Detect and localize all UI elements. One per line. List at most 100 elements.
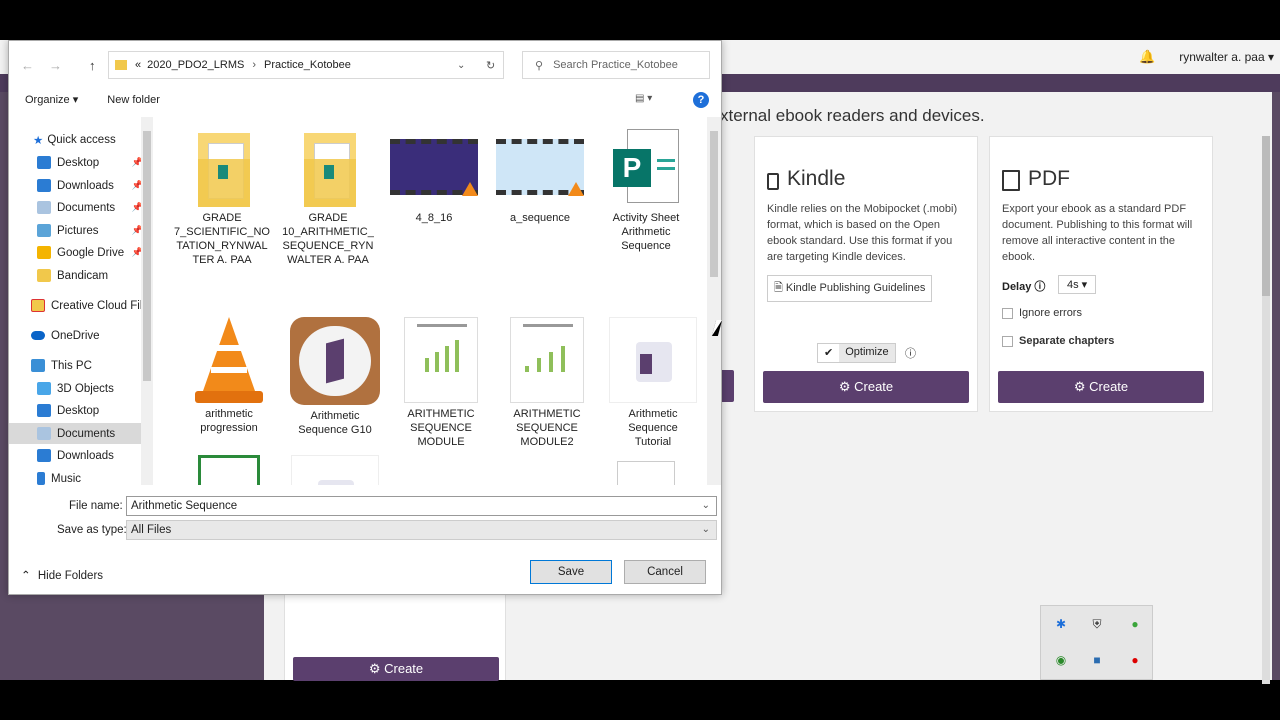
chevron-down-icon[interactable]: ⌄: [702, 524, 710, 535]
save-type-select[interactable]: All Files ⌄: [126, 520, 717, 540]
file-item[interactable]: arithmetic progression: [179, 317, 279, 435]
chevron-down-icon[interactable]: ⌄: [457, 60, 465, 71]
bluetooth-icon[interactable]: ✱: [1053, 616, 1069, 632]
back-arrow-icon[interactable]: ←: [21, 58, 34, 73]
nav-music[interactable]: Music: [9, 468, 147, 489]
kotobee-file-icon: [291, 455, 379, 485]
file-item[interactable]: [490, 455, 590, 485]
file-item[interactable]: ARITHMETIC SEQUENCE MODULE: [391, 317, 491, 449]
document-thumbnail-icon: [510, 317, 584, 403]
file-item[interactable]: [179, 455, 279, 485]
nav-creative-cloud[interactable]: Creative Cloud Fil: [9, 295, 147, 316]
nav-label: 3D Objects: [57, 382, 114, 395]
nav-pictures[interactable]: Pictures 📌: [9, 220, 147, 241]
nav-3d-objects[interactable]: 3D Objects: [9, 378, 147, 399]
kindle-description: Kindle relies on the Mobipocket (.mobi) …: [767, 203, 958, 263]
file-name-field[interactable]: Arithmetic Sequence ⌄: [126, 496, 717, 516]
file-item[interactable]: 4_8_16: [384, 129, 484, 225]
user-menu[interactable]: rynwalter a. paa ▾: [1179, 50, 1274, 64]
kotobee-file-icon: [609, 317, 697, 403]
file-name-line: arithmetic: [205, 408, 253, 420]
nav-this-pc[interactable]: This PC: [9, 355, 147, 376]
computer-icon: [31, 359, 45, 372]
file-item[interactable]: Arithmetic Sequence Tutorial: [603, 317, 703, 449]
nav-google-drive[interactable]: Google Drive 📌: [9, 242, 147, 263]
nav-bandicam[interactable]: Bandicam: [9, 265, 147, 286]
file-item[interactable]: GRADE 7_SCIENTIFIC_NO TATION_RYNWAL TER …: [172, 129, 272, 267]
utorrent-icon[interactable]: ●: [1127, 616, 1143, 632]
nav-onedrive[interactable]: OneDrive: [9, 325, 147, 346]
network-app-icon[interactable]: ◉: [1053, 652, 1069, 668]
nav-downloads-pc[interactable]: Downloads: [9, 445, 147, 466]
nav-label: This PC: [51, 359, 92, 372]
page-scrollbar-thumb[interactable]: [1262, 136, 1270, 296]
file-item[interactable]: Arithmetic Sequence G10: [285, 317, 385, 437]
file-item[interactable]: [384, 455, 484, 485]
up-arrow-icon[interactable]: ↑: [89, 58, 96, 73]
guidelines-label: Kindle Publishing Guidelines: [785, 282, 926, 294]
forward-arrow-icon[interactable]: →: [49, 58, 62, 73]
save-button[interactable]: Save: [530, 560, 612, 584]
path-overflow[interactable]: «: [135, 59, 141, 71]
file-item[interactable]: GRADE 10_ARITHMETIC_ SEQUENCE_RYN WALTER…: [278, 129, 378, 267]
security-shield-icon[interactable]: ⛨: [1089, 616, 1105, 632]
kindle-create-button[interactable]: ⚙ Create: [763, 371, 969, 403]
create-button-partial[interactable]: ⚙ Create: [293, 657, 499, 681]
file-name-line: GRADE: [308, 212, 348, 224]
section-heading: xternal ebook readers and devices.: [720, 106, 985, 125]
file-name-line: Activity Sheet: [612, 212, 680, 224]
breadcrumb-current[interactable]: Practice_Kotobee: [264, 59, 351, 71]
file-item[interactable]: [285, 455, 385, 485]
video-thumbnail-icon: [390, 139, 478, 196]
notification-bell-icon[interactable]: 🔔: [1139, 49, 1155, 65]
nav-downloads[interactable]: Downloads 📌: [9, 175, 147, 196]
refresh-icon[interactable]: ↻: [486, 59, 495, 72]
nav-documents[interactable]: Documents 📌: [9, 197, 147, 218]
nav-quick-access[interactable]: ★ Quick access: [9, 129, 147, 150]
breadcrumb-separator-icon[interactable]: ›: [252, 59, 256, 71]
kindle-guidelines-button[interactable]: 🗎 Kindle Publishing Guidelines: [767, 275, 933, 302]
ignore-errors-checkbox[interactable]: [1002, 307, 1013, 319]
ignore-errors-option[interactable]: Ignore errors: [1002, 307, 1082, 319]
file-item[interactable]: ARITHMETIC SEQUENCE MODULE2: [497, 317, 597, 449]
nav-desktop-pc[interactable]: Desktop: [9, 400, 147, 421]
file-name-line: progression: [200, 422, 258, 434]
breadcrumb-root[interactable]: 2020_PDO2_LRMS: [147, 59, 244, 71]
nav-documents-pc[interactable]: Documents: [9, 423, 147, 444]
bandicam-record-icon[interactable]: ●: [1127, 652, 1143, 668]
hide-folders-toggle[interactable]: ⌃ Hide Folders: [21, 568, 103, 582]
separate-chapters-label: Separate chapters: [1019, 335, 1115, 347]
nav-desktop[interactable]: Desktop 📌: [9, 152, 147, 173]
file-name-line: Arithmetic: [621, 226, 671, 238]
file-name-line: MODULE2: [520, 436, 574, 448]
page-scrollbar[interactable]: [1262, 136, 1270, 684]
help-icon[interactable]: ?: [693, 92, 709, 108]
nav-scrollbar[interactable]: [141, 117, 153, 485]
file-item[interactable]: P Activity Sheet Arithmetic Sequence: [596, 129, 696, 253]
tablet-icon: [767, 173, 779, 190]
desktop-icon: [37, 156, 51, 169]
optimize-toggle[interactable]: ✔ Optimize: [817, 343, 896, 363]
file-item[interactable]: a_sequence: [490, 129, 590, 225]
pdf-create-button[interactable]: ⚙ Create: [998, 371, 1204, 403]
file-list-scrollbar-thumb[interactable]: [710, 131, 718, 277]
chevron-down-icon[interactable]: ⌄: [702, 500, 710, 511]
info-icon[interactable]: ⓘ: [905, 345, 916, 361]
view-options-icon[interactable]: ▤ ▾: [635, 93, 652, 104]
file-name-line: 7_SCIENTIFIC_NO: [174, 226, 270, 238]
organize-menu[interactable]: Organize ▾: [25, 94, 78, 106]
file-list-scrollbar[interactable]: [707, 117, 721, 485]
delay-select[interactable]: 4s ▾: [1058, 275, 1097, 294]
cancel-button[interactable]: Cancel: [624, 560, 706, 584]
delay-label: Delay ⓘ: [1002, 281, 1046, 293]
onedrive-cloud-icon: [31, 331, 45, 340]
file-item[interactable]: [596, 455, 696, 485]
separate-chapters-checkbox[interactable]: [1002, 335, 1013, 347]
check-icon: ✔: [824, 347, 834, 359]
nav-scrollbar-thumb[interactable]: [143, 131, 151, 381]
removable-drive-icon[interactable]: ■: [1089, 652, 1105, 668]
separate-chapters-option[interactable]: Separate chapters: [1002, 335, 1114, 347]
search-input[interactable]: ⚲ Search Practice_Kotobee: [522, 51, 710, 79]
address-bar[interactable]: « 2020_PDO2_LRMS › Practice_Kotobee ⌄ ↻: [108, 51, 504, 79]
new-folder-button[interactable]: New folder: [107, 94, 160, 106]
